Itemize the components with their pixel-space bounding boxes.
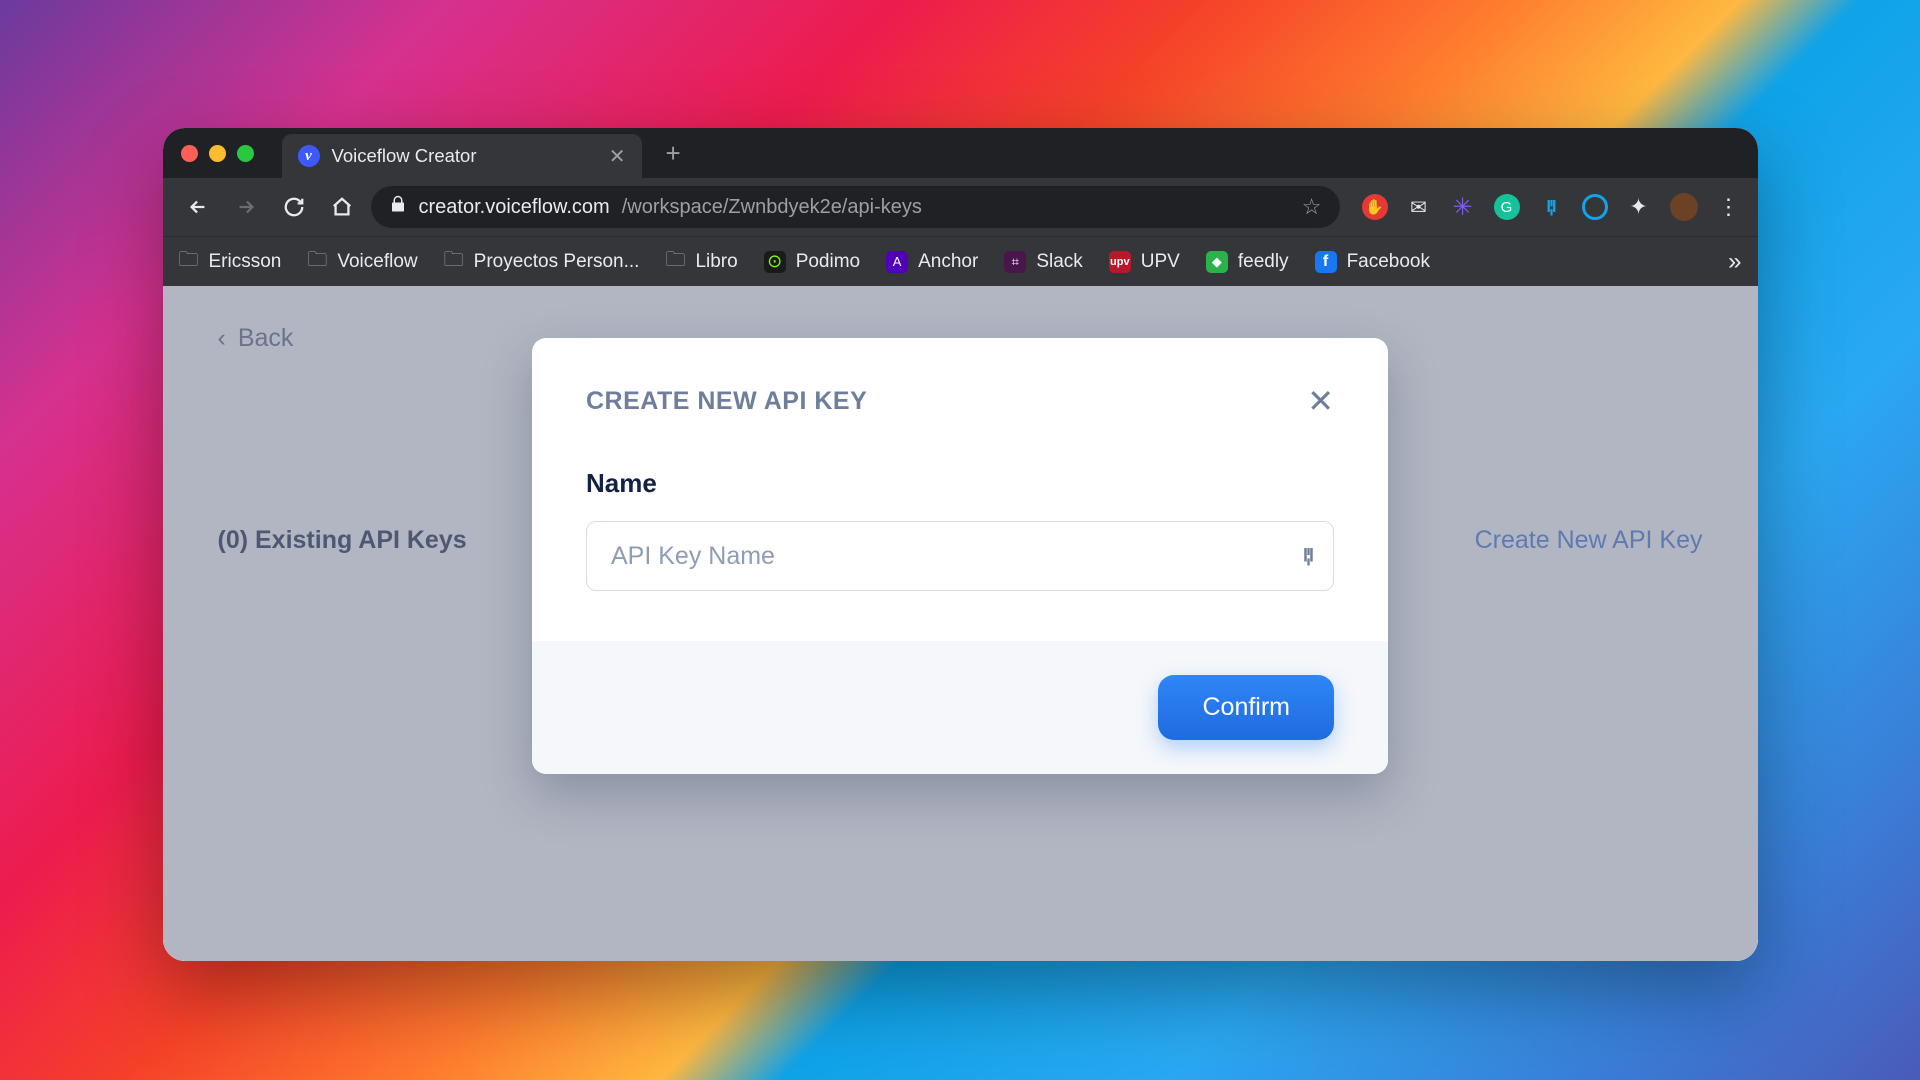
bookmark-label: Slack bbox=[1036, 251, 1082, 273]
podimo-icon: ⊙ bbox=[764, 251, 786, 273]
bookmark-feedly[interactable]: ◆ feedly bbox=[1206, 251, 1289, 273]
facebook-icon: f bbox=[1315, 251, 1337, 273]
confirm-button[interactable]: Confirm bbox=[1158, 675, 1334, 740]
tab-bar: v Voiceflow Creator ✕ + bbox=[163, 128, 1758, 178]
bookmark-facebook[interactable]: f Facebook bbox=[1315, 251, 1430, 273]
modal-close-button[interactable]: ✕ bbox=[1307, 382, 1334, 420]
lock-icon bbox=[389, 195, 407, 219]
grammarly-icon[interactable]: G bbox=[1494, 194, 1520, 220]
tab-favicon: v bbox=[298, 145, 320, 167]
tab-close-button[interactable]: ✕ bbox=[609, 144, 626, 169]
tab-title: Voiceflow Creator bbox=[332, 145, 477, 167]
browser-tab[interactable]: v Voiceflow Creator ✕ bbox=[282, 134, 642, 178]
folder-icon: 🗀 bbox=[307, 245, 327, 279]
folder-icon: 🗀 bbox=[444, 245, 464, 279]
api-key-name-input[interactable] bbox=[586, 521, 1334, 591]
window-controls bbox=[181, 145, 254, 162]
bookmark-slack[interactable]: ⌗ Slack bbox=[1004, 251, 1082, 273]
forward-button[interactable] bbox=[227, 188, 265, 226]
close-window-button[interactable] bbox=[181, 145, 198, 162]
minimize-window-button[interactable] bbox=[209, 145, 226, 162]
slack-icon: ⌗ bbox=[1004, 251, 1026, 273]
bookmark-upv[interactable]: upv UPV bbox=[1109, 251, 1180, 273]
name-field-label: Name bbox=[586, 468, 1334, 499]
profile-avatar[interactable] bbox=[1670, 193, 1698, 221]
extension-icons: ✋ ✉ ✳ G l¦l ✦ ⋮ bbox=[1350, 193, 1742, 221]
new-tab-button[interactable]: + bbox=[652, 138, 695, 169]
bookmark-label: Podimo bbox=[796, 251, 860, 273]
dashlane-icon[interactable]: l¦l bbox=[1538, 194, 1564, 220]
bookmark-ericsson[interactable]: 🗀 Ericsson bbox=[179, 245, 282, 279]
home-button[interactable] bbox=[323, 188, 361, 226]
bookmark-star-icon[interactable]: ☆ bbox=[1302, 194, 1322, 220]
bookmark-label: UPV bbox=[1141, 251, 1180, 273]
bookmark-label: Voiceflow bbox=[337, 251, 417, 273]
bookmarks-bar: 🗀 Ericsson 🗀 Voiceflow 🗀 Proyectos Person..… bbox=[163, 236, 1758, 286]
modal-title: CREATE NEW API KEY bbox=[586, 387, 867, 416]
feedly-icon: ◆ bbox=[1206, 251, 1228, 273]
folder-icon: 🗀 bbox=[665, 245, 685, 279]
bookmark-voiceflow[interactable]: 🗀 Voiceflow bbox=[307, 245, 417, 279]
ublock-icon[interactable]: ✋ bbox=[1362, 194, 1388, 220]
bookmarks-overflow-button[interactable]: » bbox=[1728, 248, 1741, 276]
address-bar[interactable]: creator.voiceflow.com/workspace/Zwnbdyek… bbox=[371, 186, 1340, 228]
bookmark-proyectos[interactable]: 🗀 Proyectos Person... bbox=[444, 245, 640, 279]
bookmark-label: Ericsson bbox=[209, 251, 282, 273]
bookmark-label: Facebook bbox=[1347, 251, 1430, 273]
browser-window: v Voiceflow Creator ✕ + creator.voiceflo… bbox=[163, 128, 1758, 961]
bookmark-label: Libro bbox=[695, 251, 737, 273]
modal-body: CREATE NEW API KEY ✕ Name l¦l bbox=[532, 338, 1388, 641]
back-button[interactable] bbox=[179, 188, 217, 226]
dashlane-autofill-icon[interactable]: l¦l bbox=[1303, 546, 1312, 567]
extensions-icon[interactable]: ✦ bbox=[1626, 194, 1652, 220]
url-path: /workspace/Zwnbdyek2e/api-keys bbox=[622, 196, 922, 219]
modal-header: CREATE NEW API KEY ✕ bbox=[586, 382, 1334, 420]
browser-toolbar: creator.voiceflow.com/workspace/Zwnbdyek… bbox=[163, 178, 1758, 236]
bookmark-label: Proyectos Person... bbox=[474, 251, 640, 273]
upv-icon: upv bbox=[1109, 251, 1131, 273]
bookmark-podimo[interactable]: ⊙ Podimo bbox=[764, 251, 860, 273]
modal-overlay[interactable]: CREATE NEW API KEY ✕ Name l¦l Confirm bbox=[163, 286, 1758, 961]
modal-footer: Confirm bbox=[532, 641, 1388, 774]
bookmark-libro[interactable]: 🗀 Libro bbox=[665, 245, 737, 279]
url-host: creator.voiceflow.com bbox=[419, 196, 610, 219]
create-api-key-modal: CREATE NEW API KEY ✕ Name l¦l Confirm bbox=[532, 338, 1388, 774]
loom-icon[interactable]: ✳ bbox=[1450, 194, 1476, 220]
anchor-icon: A bbox=[886, 251, 908, 273]
folder-icon: 🗀 bbox=[179, 245, 199, 279]
bookmark-label: feedly bbox=[1238, 251, 1289, 273]
alexa-icon[interactable] bbox=[1582, 194, 1608, 220]
bookmark-anchor[interactable]: A Anchor bbox=[886, 251, 978, 273]
browser-menu-icon[interactable]: ⋮ bbox=[1716, 194, 1742, 220]
page-content: ‹ Back API Keys (0) Existing API Keys Cr… bbox=[163, 286, 1758, 961]
reload-button[interactable] bbox=[275, 188, 313, 226]
bookmark-label: Anchor bbox=[918, 251, 978, 273]
maximize-window-button[interactable] bbox=[237, 145, 254, 162]
mail-icon[interactable]: ✉ bbox=[1406, 194, 1432, 220]
name-input-wrap: l¦l bbox=[586, 521, 1334, 591]
